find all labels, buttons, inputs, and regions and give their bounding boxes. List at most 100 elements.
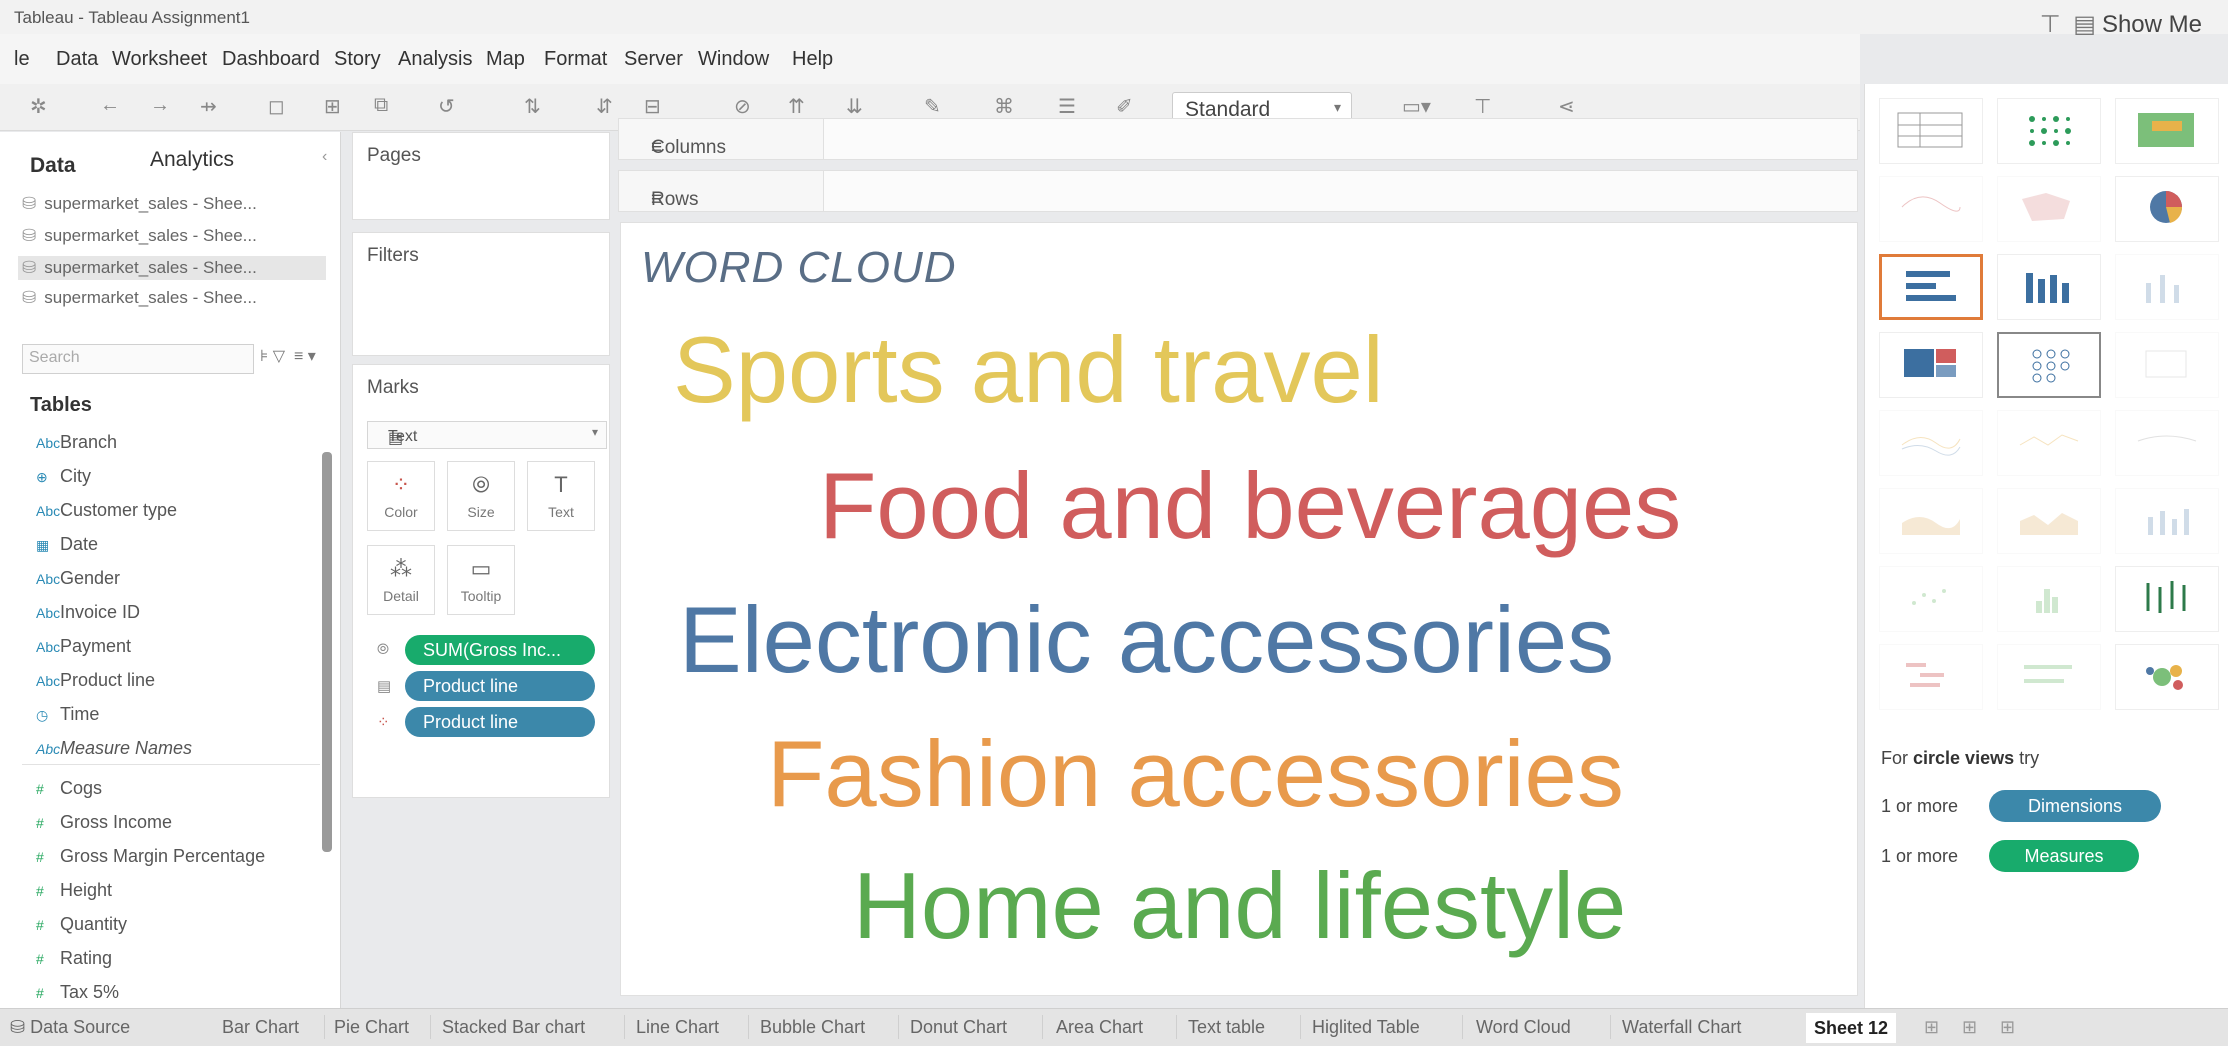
tab-line-chart[interactable]: Line Chart <box>636 1017 719 1038</box>
pill-product-line-text[interactable]: Product line <box>405 671 595 701</box>
menu-story[interactable]: Story <box>334 48 381 71</box>
tooltip-button[interactable]: ▭ Tooltip <box>447 545 515 615</box>
highlight-icon[interactable]: ✎ <box>924 94 941 119</box>
field-gender[interactable]: AbcGender <box>36 568 120 589</box>
data-source-item[interactable]: ⛁ supermarket_sales - Shee... <box>22 194 257 214</box>
menu-analysis[interactable]: Analysis <box>398 48 472 71</box>
word-mark[interactable]: Food and beverages <box>819 459 1681 553</box>
new-worksheet-icon[interactable]: ⊞ <box>324 94 341 119</box>
columns-drop-area[interactable] <box>823 119 1857 159</box>
size-button[interactable]: ⦾ Size <box>447 461 515 531</box>
forward-icon[interactable]: → <box>150 94 170 117</box>
text-button[interactable]: T Text <box>527 461 595 531</box>
field-cogs[interactable]: # Cogs <box>36 778 102 799</box>
chart-type-packed-bubbles-alt[interactable] <box>2115 644 2219 710</box>
new-dashboard-tab-icon[interactable]: ⊞ <box>1962 1017 1977 1038</box>
new-data-source-icon[interactable]: ⇸ <box>200 94 217 119</box>
columns-shelf[interactable]: ≡ Columns <box>618 118 1858 160</box>
chart-type-horizontal-bar[interactable] <box>1879 254 1983 320</box>
data-pane-scrollbar[interactable] <box>322 452 332 852</box>
rows-drop-area[interactable] <box>823 171 1857 211</box>
menu-file[interactable]: le <box>14 48 30 71</box>
field-date[interactable]: ▦ Date <box>36 534 98 555</box>
pill-sum-gross-income[interactable]: SUM(Gross Inc... <box>405 635 595 665</box>
viz-canvas[interactable]: WORD CLOUD Sports and travel Food and be… <box>620 222 1858 996</box>
field-rating[interactable]: # Rating <box>36 948 112 969</box>
tab-word-cloud[interactable]: Word Cloud <box>1476 1017 1571 1038</box>
swap-icon[interactable]: ⇅ <box>524 94 541 119</box>
data-source-item[interactable]: ⛁ supermarket_sales - Shee... <box>22 226 257 246</box>
tableau-logo-icon[interactable]: ✲ <box>30 94 47 119</box>
tab-stacked-bar-chart[interactable]: Stacked Bar chart <box>442 1017 585 1038</box>
menu-help[interactable]: Help <box>792 48 833 71</box>
chart-type-heat-map[interactable] <box>1997 98 2101 164</box>
tab-analytics[interactable]: Analytics <box>150 148 234 172</box>
field-customer-type[interactable]: AbcCustomer type <box>36 500 177 521</box>
menu-map[interactable]: Map <box>486 48 525 71</box>
presentation-icon[interactable]: ⊤ <box>1474 94 1491 119</box>
field-height[interactable]: # Height <box>36 880 112 901</box>
rows-shelf[interactable]: ≡ Rows <box>618 170 1858 212</box>
color-button[interactable]: ⁘ Color <box>367 461 435 531</box>
group-icon[interactable]: ⊟ <box>644 94 661 119</box>
pages-shelf[interactable]: Pages <box>352 132 610 220</box>
pin-icon[interactable]: ✐ <box>1116 94 1133 119</box>
pill-product-line-color[interactable]: Product line <box>405 707 595 737</box>
field-payment[interactable]: AbcPayment <box>36 636 131 657</box>
menu-dashboard[interactable]: Dashboard <box>222 48 320 71</box>
duplicate-icon[interactable]: ⧉ <box>374 94 388 117</box>
new-worksheet-tab-icon[interactable]: ⊞ <box>1924 1017 1939 1038</box>
tab-data-source[interactable]: ⛁ Data Source <box>10 1017 130 1038</box>
chart-type-highlight-table[interactable] <box>2115 98 2219 164</box>
field-measure-names[interactable]: AbcMeasure Names <box>36 738 192 759</box>
collapse-pane-icon[interactable]: ‹ <box>322 148 327 166</box>
menu-server[interactable]: Server <box>624 48 683 71</box>
tab-donut-chart[interactable]: Donut Chart <box>910 1017 1007 1038</box>
mark-type-dropdown[interactable]: ▤ Text ▾ <box>367 421 607 449</box>
fix-axes-icon[interactable]: ☰ <box>1058 94 1076 119</box>
data-source-item[interactable]: ⛁ supermarket_sales - Shee... <box>22 288 257 308</box>
word-mark[interactable]: Sports and travel <box>673 323 1384 417</box>
field-branch[interactable]: AbcBranch <box>36 432 117 453</box>
back-icon[interactable]: ← <box>100 94 120 117</box>
sort-ascending-icon[interactable]: ⇈ <box>788 94 805 119</box>
clear-icon[interactable]: ⊘ <box>734 94 751 119</box>
menu-worksheet[interactable]: Worksheet <box>112 48 207 71</box>
filter-icon[interactable]: ⊧ ▽ <box>260 346 285 366</box>
word-mark[interactable]: Electronic accessories <box>679 593 1614 687</box>
chart-type-treemap[interactable] <box>1879 332 1983 398</box>
sort-descending-icon[interactable]: ⇊ <box>846 94 863 119</box>
menu-data[interactable]: Data <box>56 48 98 71</box>
field-gross-income[interactable]: # Gross Income <box>36 812 172 833</box>
filters-shelf[interactable]: Filters <box>352 232 610 356</box>
data-source-item-selected[interactable]: ⛁ supermarket_sales - Shee... <box>18 256 326 280</box>
tab-higlited-table[interactable]: Higlited Table <box>1312 1017 1420 1038</box>
detail-button[interactable]: ⁂ Detail <box>367 545 435 615</box>
chart-type-pie[interactable] <box>2115 176 2219 242</box>
search-input[interactable]: Search <box>22 344 254 374</box>
tab-area-chart[interactable]: Area Chart <box>1056 1017 1143 1038</box>
labels-icon[interactable]: ⌘ <box>994 94 1014 119</box>
tab-data[interactable]: Data <box>30 154 76 178</box>
sheet-title[interactable]: WORD CLOUD <box>641 243 957 293</box>
field-product-line[interactable]: AbcProduct line <box>36 670 155 691</box>
tab-pie-chart[interactable]: Pie Chart <box>334 1017 409 1038</box>
sort-icon[interactable]: ⇵ <box>596 94 613 119</box>
show-me-button[interactable]: ⊤ ▤ Show Me <box>2040 10 2202 39</box>
field-gross-margin-percentage[interactable]: # Gross Margin Percentage <box>36 846 265 867</box>
menu-format[interactable]: Format <box>544 48 607 71</box>
word-mark[interactable]: Home and lifestyle <box>853 859 1626 953</box>
share-icon[interactable]: ⋖ <box>1558 94 1575 119</box>
field-city[interactable]: ⊕ City <box>36 466 91 487</box>
chart-type-stacked-bar[interactable] <box>1997 254 2101 320</box>
tab-bubble-chart[interactable]: Bubble Chart <box>760 1017 865 1038</box>
menu-window[interactable]: Window <box>698 48 769 71</box>
field-invoice-id[interactable]: AbcInvoice ID <box>36 602 140 623</box>
tab-bar-chart[interactable]: Bar Chart <box>222 1017 299 1038</box>
view-options-icon[interactable]: ≡ ▾ <box>294 346 316 366</box>
tab-waterfall-chart[interactable]: Waterfall Chart <box>1622 1017 1741 1038</box>
tab-text-table[interactable]: Text table <box>1188 1017 1265 1038</box>
chart-type-packed-bubbles[interactable] <box>1997 332 2101 398</box>
tab-sheet-12[interactable]: Sheet 12 <box>1806 1013 1897 1043</box>
field-time[interactable]: ◷ Time <box>36 704 99 725</box>
